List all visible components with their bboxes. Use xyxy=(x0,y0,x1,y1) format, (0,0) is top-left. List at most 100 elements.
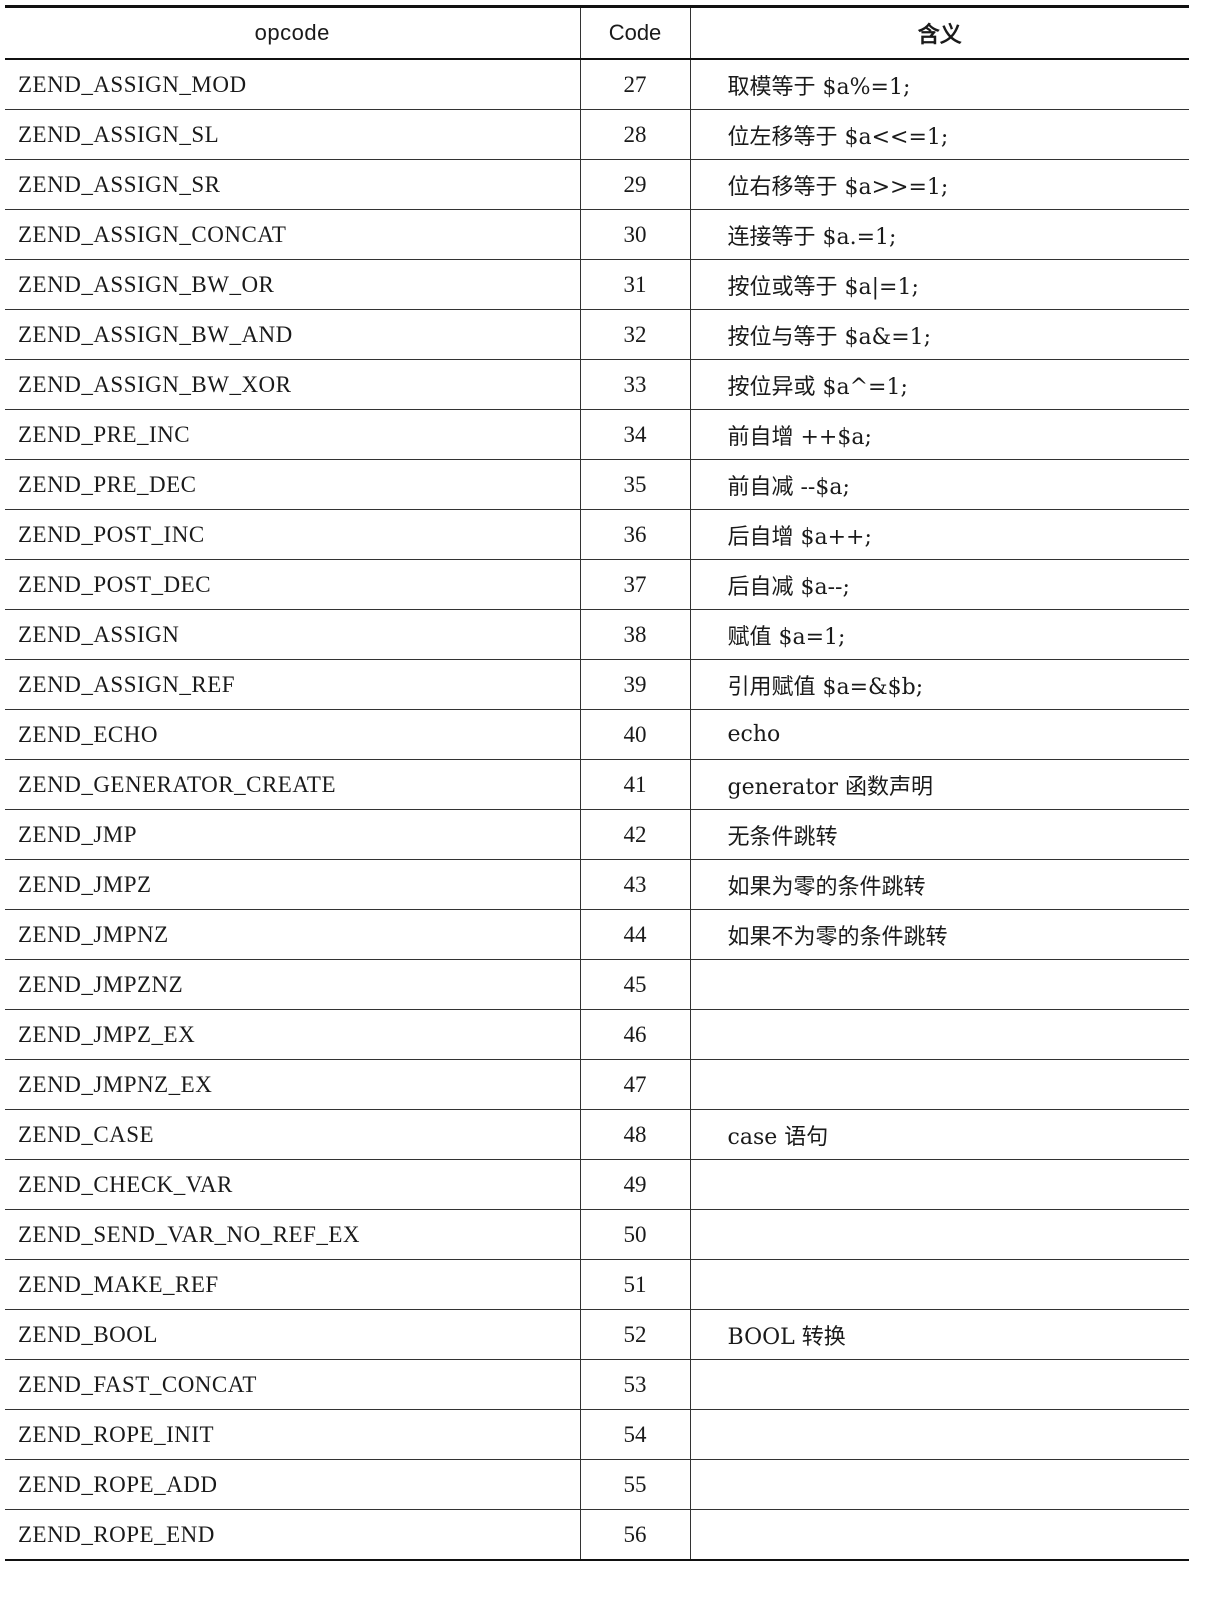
table-row: ZEND_ASSIGN_REF 39 引用赋值 $a=&$b; xyxy=(5,659,1189,710)
meaning-cell: 后自减 $a--; xyxy=(690,559,1189,610)
opcode-cell: ZEND_FAST_CONCAT xyxy=(5,1359,581,1410)
table-row: ZEND_ASSIGN_BW_XOR 33 按位异或 $a^=1; xyxy=(5,359,1189,410)
table-row: ZEND_ROPE_END 56 xyxy=(5,1509,1189,1561)
meaning-cell: 按位异或 $a^=1; xyxy=(690,359,1189,410)
code-cell: 47 xyxy=(580,1059,691,1110)
meaning-cell xyxy=(690,959,1189,1010)
code-cell: 29 xyxy=(580,159,691,210)
opcode-cell: ZEND_JMPZ_EX xyxy=(5,1009,581,1060)
meaning-cell: case 语句 xyxy=(690,1109,1189,1160)
code-cell: 32 xyxy=(580,309,691,360)
opcode-cell: ZEND_BOOL xyxy=(5,1309,581,1360)
meaning-cell xyxy=(690,1259,1189,1310)
meaning-cell: 按位或等于 $a|=1; xyxy=(690,259,1189,310)
table-row: ZEND_JMPZ_EX 46 xyxy=(5,1009,1189,1060)
meaning-cell: 后自增 $a++; xyxy=(690,509,1189,560)
code-cell: 52 xyxy=(580,1309,691,1360)
opcode-cell: ZEND_GENERATOR_CREATE xyxy=(5,759,581,810)
code-cell: 30 xyxy=(580,209,691,260)
opcode-cell: ZEND_PRE_DEC xyxy=(5,459,581,510)
opcode-table: opcode Code 含义 ZEND_ASSIGN_MOD 27 取模等于 $a%… xyxy=(5,5,1189,1561)
table-row: ZEND_JMPNZ 44 如果不为零的条件跳转 xyxy=(5,909,1189,960)
meaning-cell xyxy=(690,1059,1189,1110)
table-row: ZEND_ASSIGN_MOD 27 取模等于 $a%=1; xyxy=(5,59,1189,110)
code-cell: 35 xyxy=(580,459,691,510)
meaning-cell: 如果为零的条件跳转 xyxy=(690,859,1189,910)
code-cell: 43 xyxy=(580,859,691,910)
code-cell: 55 xyxy=(580,1459,691,1510)
code-cell: 28 xyxy=(580,109,691,160)
opcode-cell: ZEND_ASSIGN_MOD xyxy=(5,59,581,110)
table-row: ZEND_ASSIGN_CONCAT 30 连接等于 $a.=1; xyxy=(5,209,1189,260)
opcode-cell: ZEND_JMP xyxy=(5,809,581,860)
table-row: ZEND_PRE_INC 34 前自增 ++$a; xyxy=(5,409,1189,460)
table-body: ZEND_ASSIGN_MOD 27 取模等于 $a%=1; ZEND_ASSIGN_… xyxy=(5,59,1189,1561)
code-cell: 53 xyxy=(580,1359,691,1410)
meaning-cell: generator 函数声明 xyxy=(690,759,1189,810)
meaning-cell xyxy=(690,1509,1189,1561)
table-row: ZEND_CHECK_VAR 49 xyxy=(5,1159,1189,1210)
meaning-cell: 如果不为零的条件跳转 xyxy=(690,909,1189,960)
table-row: ZEND_ASSIGN_BW_OR 31 按位或等于 $a|=1; xyxy=(5,259,1189,310)
meaning-cell: 按位与等于 $a&=1; xyxy=(690,309,1189,360)
meaning-cell: BOOL 转换 xyxy=(690,1309,1189,1360)
code-cell: 39 xyxy=(580,659,691,710)
opcode-cell: ZEND_ASSIGN_BW_OR xyxy=(5,259,581,310)
header-meaning: 含义 xyxy=(690,6,1189,60)
table-row: ZEND_ASSIGN 38 赋值 $a=1; xyxy=(5,609,1189,660)
meaning-cell xyxy=(690,1459,1189,1510)
code-cell: 36 xyxy=(580,509,691,560)
table-row: ZEND_JMPNZ_EX 47 xyxy=(5,1059,1189,1110)
table-row: ZEND_FAST_CONCAT 53 xyxy=(5,1359,1189,1410)
opcode-cell: ZEND_ASSIGN xyxy=(5,609,581,660)
header-row: opcode Code 含义 xyxy=(5,6,1189,60)
table-row: ZEND_PRE_DEC 35 前自减 --$a; xyxy=(5,459,1189,510)
table-row: ZEND_MAKE_REF 51 xyxy=(5,1259,1189,1310)
table-row: ZEND_JMPZ 43 如果为零的条件跳转 xyxy=(5,859,1189,910)
table-row: ZEND_ECHO 40 echo xyxy=(5,709,1189,760)
code-cell: 49 xyxy=(580,1159,691,1210)
opcode-cell: ZEND_ASSIGN_SL xyxy=(5,109,581,160)
code-cell: 27 xyxy=(580,59,691,110)
opcode-cell: ZEND_CHECK_VAR xyxy=(5,1159,581,1210)
meaning-cell: 前自增 ++$a; xyxy=(690,409,1189,460)
meaning-cell: 前自减 --$a; xyxy=(690,459,1189,510)
opcode-cell: ZEND_ECHO xyxy=(5,709,581,760)
code-cell: 31 xyxy=(580,259,691,310)
code-cell: 41 xyxy=(580,759,691,810)
opcode-cell: ZEND_ASSIGN_REF xyxy=(5,659,581,710)
opcode-cell: ZEND_ASSIGN_SR xyxy=(5,159,581,210)
opcode-cell: ZEND_MAKE_REF xyxy=(5,1259,581,1310)
opcode-cell: ZEND_CASE xyxy=(5,1109,581,1160)
table-row: ZEND_ASSIGN_BW_AND 32 按位与等于 $a&=1; xyxy=(5,309,1189,360)
opcode-cell: ZEND_JMPZNZ xyxy=(5,959,581,1010)
meaning-cell xyxy=(690,1159,1189,1210)
header-opcode: opcode xyxy=(5,6,581,60)
opcode-cell: ZEND_PRE_INC xyxy=(5,409,581,460)
table-row: ZEND_POST_INC 36 后自增 $a++; xyxy=(5,509,1189,560)
table-row: ZEND_ROPE_ADD 55 xyxy=(5,1459,1189,1510)
code-cell: 38 xyxy=(580,609,691,660)
meaning-cell: 赋值 $a=1; xyxy=(690,609,1189,660)
code-cell: 40 xyxy=(580,709,691,760)
table-row: ZEND_BOOL 52 BOOL 转换 xyxy=(5,1309,1189,1360)
code-cell: 48 xyxy=(580,1109,691,1160)
code-cell: 50 xyxy=(580,1209,691,1260)
code-cell: 34 xyxy=(580,409,691,460)
opcode-cell: ZEND_JMPZ xyxy=(5,859,581,910)
table-row: ZEND_ASSIGN_SL 28 位左移等于 $a<<=1; xyxy=(5,109,1189,160)
table-row: ZEND_ASSIGN_SR 29 位右移等于 $a>>=1; xyxy=(5,159,1189,210)
code-cell: 45 xyxy=(580,959,691,1010)
code-cell: 37 xyxy=(580,559,691,610)
meaning-cell: 位左移等于 $a<<=1; xyxy=(690,109,1189,160)
code-cell: 54 xyxy=(580,1409,691,1460)
opcode-cell: ZEND_ROPE_END xyxy=(5,1509,581,1561)
code-cell: 33 xyxy=(580,359,691,410)
code-cell: 42 xyxy=(580,809,691,860)
meaning-cell: 位右移等于 $a>>=1; xyxy=(690,159,1189,210)
table-row: ZEND_ROPE_INIT 54 xyxy=(5,1409,1189,1460)
meaning-cell: 引用赋值 $a=&$b; xyxy=(690,659,1189,710)
opcode-cell: ZEND_ASSIGN_BW_AND xyxy=(5,309,581,360)
code-cell: 51 xyxy=(580,1259,691,1310)
header-code: Code xyxy=(580,6,691,60)
